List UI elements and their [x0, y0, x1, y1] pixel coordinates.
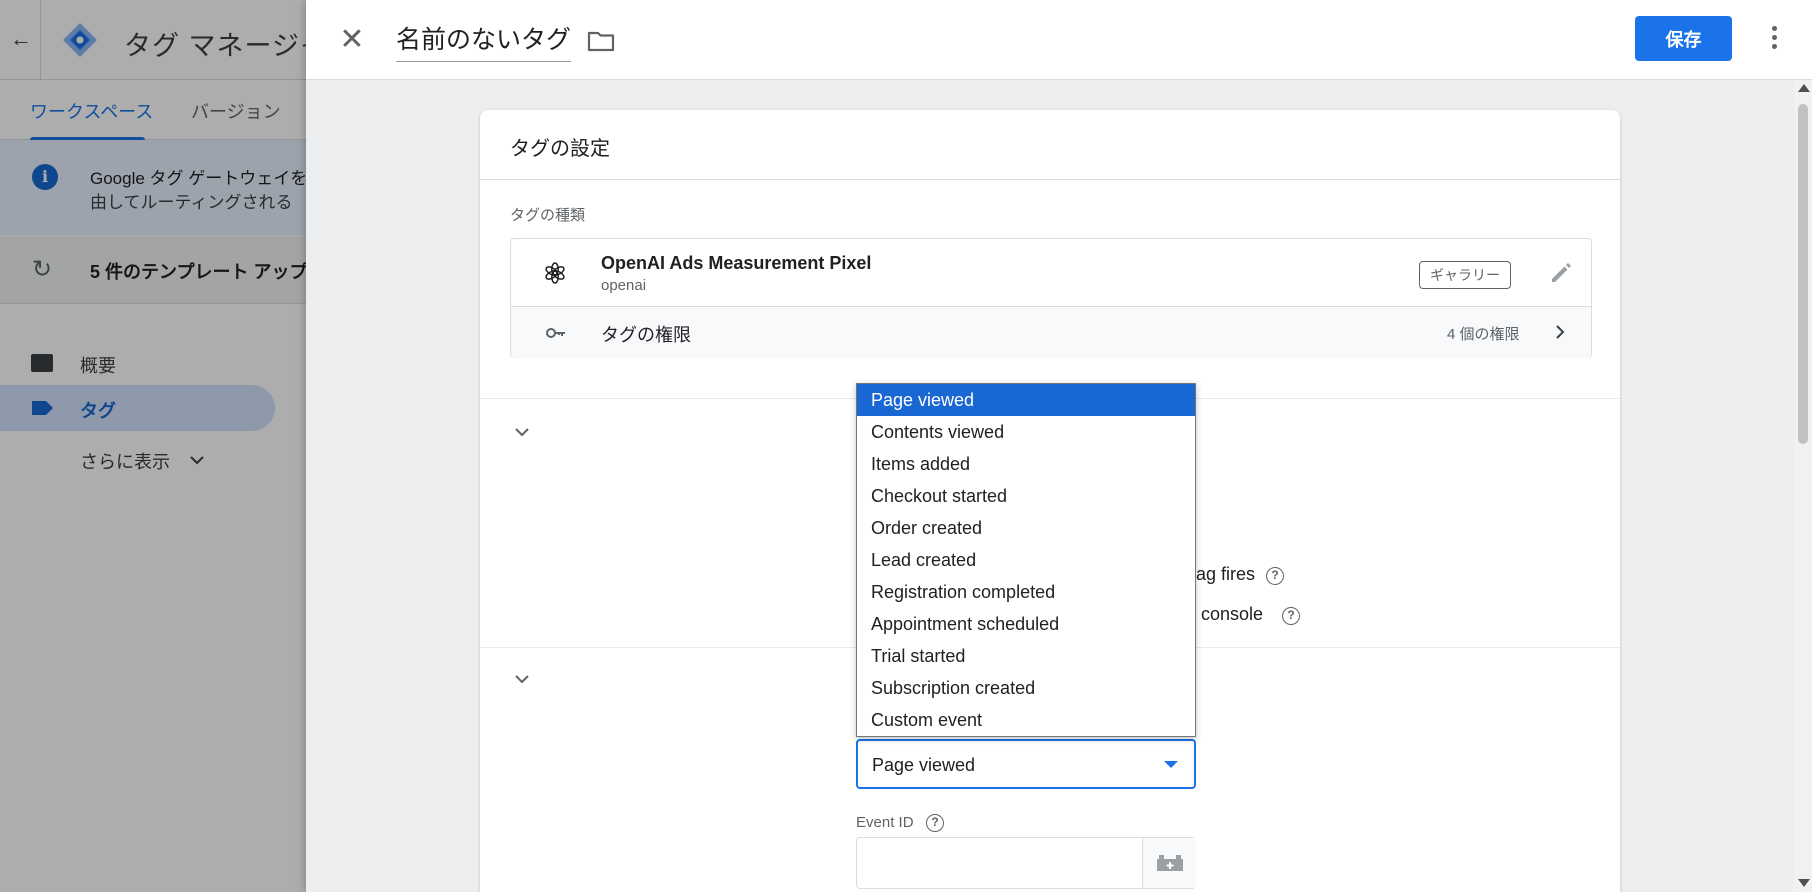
debug-fires-text: ag fires [1196, 564, 1256, 584]
pencil-icon[interactable] [1547, 259, 1575, 287]
sheet-header: ✕ 名前のないタグ 保存 [306, 0, 1812, 80]
scrollbar-thumb[interactable] [1798, 104, 1808, 444]
scrollbar[interactable] [1794, 80, 1812, 892]
dropdown-option[interactable]: Lead created [857, 544, 1195, 576]
dropdown-option[interactable]: Trial started [857, 640, 1195, 672]
scroll-down-arrow-icon[interactable] [1798, 879, 1810, 887]
permissions-count: 4 個の権限 [1447, 326, 1520, 343]
dropdown-option[interactable]: Page viewed [857, 384, 1195, 416]
event-type-dropdown-list[interactable]: Page viewed Contents viewed Items added … [856, 383, 1196, 737]
dropdown-option[interactable]: Subscription created [857, 672, 1195, 704]
dropdown-option[interactable]: Appointment scheduled [857, 608, 1195, 640]
event-id-field [856, 837, 1196, 889]
gallery-badge: ギャラリー [1419, 261, 1511, 289]
tag-type-vendor: openai [601, 277, 647, 294]
card-title: タグの設定 [510, 138, 610, 160]
tag-type-box: OpenAI Ads Measurement Pixel openai ギャラリ… [510, 238, 1592, 358]
help-icon[interactable]: ? [1266, 567, 1284, 585]
chevron-right-icon [1556, 325, 1565, 339]
openai-icon [545, 262, 565, 284]
folder-icon[interactable] [586, 26, 616, 56]
insert-variable-button[interactable] [1142, 838, 1196, 888]
tag-type-row[interactable]: OpenAI Ads Measurement Pixel openai ギャラリ… [511, 239, 1591, 307]
save-button[interactable]: 保存 [1635, 16, 1732, 61]
dropdown-option[interactable]: Checkout started [857, 480, 1195, 512]
variable-icon [1157, 855, 1183, 871]
chevron-down-icon[interactable] [510, 667, 534, 691]
dropdown-option[interactable]: Custom event [857, 704, 1195, 736]
permissions-label: タグの権限 [601, 325, 691, 345]
tag-type-name: OpenAI Ads Measurement Pixel [601, 253, 872, 273]
dropdown-arrow-icon [1164, 761, 1178, 768]
help-icon[interactable]: ? [926, 814, 944, 832]
dropdown-option[interactable]: Contents viewed [857, 416, 1195, 448]
dropdown-option[interactable]: Registration completed [857, 576, 1195, 608]
dropdown-option[interactable]: Order created [857, 512, 1195, 544]
event-id-label-text: Event ID [856, 814, 914, 831]
event-id-input[interactable] [857, 838, 1142, 888]
more-vert-icon[interactable] [1758, 22, 1790, 58]
scroll-up-arrow-icon[interactable] [1798, 84, 1810, 92]
event-type-selected-value: Page viewed [872, 755, 976, 775]
close-button[interactable]: ✕ [336, 24, 368, 56]
chevron-down-icon[interactable] [510, 420, 534, 444]
tag-permissions-row[interactable]: タグの権限 4 個の権限 [511, 307, 1591, 358]
dropdown-option[interactable]: Items added [857, 448, 1195, 480]
tag-type-label: タグの種類 [510, 207, 586, 224]
event-id-label: Event ID [856, 814, 914, 831]
tag-editor-sheet: ✕ 名前のないタグ 保存 タグの設定 タグの種類 OpenAI Ads Meas… [306, 0, 1812, 892]
event-type-select[interactable]: Page viewed [856, 739, 1196, 789]
key-icon [546, 328, 565, 338]
tag-name-field[interactable]: 名前のないタグ [396, 20, 572, 62]
help-icon[interactable]: ? [1282, 607, 1300, 625]
card-divider [480, 179, 1620, 180]
